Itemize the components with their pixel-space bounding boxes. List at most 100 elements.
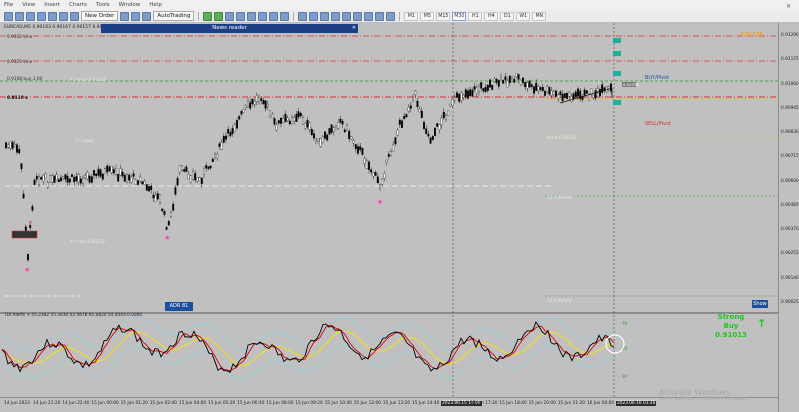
candle-body <box>368 161 370 170</box>
candle-body <box>491 84 494 90</box>
candle-body <box>181 165 183 171</box>
candle-body <box>535 82 538 91</box>
price-axis-label: 0.90255 <box>781 251 799 257</box>
candle-body <box>458 93 461 102</box>
candle-body <box>108 166 111 172</box>
candle-body <box>18 149 21 154</box>
candle-body <box>429 137 432 144</box>
candle-body <box>79 178 82 184</box>
candle-body <box>121 172 124 177</box>
candle-body <box>143 181 146 185</box>
candle-body <box>185 166 188 173</box>
candle-body <box>304 122 307 129</box>
ys-low-label: Y's Low 0.90272 <box>69 239 105 245</box>
candle-body <box>568 92 571 97</box>
candle-body <box>445 115 447 120</box>
time-axis-label: 14 Jun 22:40 <box>62 401 90 406</box>
time-axis-label: 15 Jun 17:20 <box>470 401 498 406</box>
candle-body <box>20 163 23 170</box>
candle-body <box>62 176 65 179</box>
candle-body <box>436 123 439 127</box>
candle-body <box>295 113 298 122</box>
candle-body <box>449 103 452 107</box>
candle-body <box>348 130 351 139</box>
candle-body <box>269 110 271 116</box>
candle-body <box>192 171 194 180</box>
price-axis-label: 0.90830 <box>781 130 799 136</box>
candle-body <box>374 172 377 176</box>
candle-body <box>9 141 12 149</box>
candle-body <box>306 119 309 128</box>
time-axis-label: 2023.06.16 01:20 <box>616 401 657 406</box>
candle-body <box>482 88 485 92</box>
candle-body <box>462 94 465 98</box>
adr-box: ADR 81 <box>165 302 193 311</box>
candle-body <box>104 168 106 174</box>
signal-box-left[interactable] <box>11 230 38 239</box>
star-icon: ★ <box>24 266 30 274</box>
mt4-window: File View Insert Charts Tools Window Hel… <box>0 0 799 412</box>
candle-body <box>530 84 533 87</box>
candle-body <box>51 175 54 183</box>
candle-body <box>387 154 390 157</box>
candle-body <box>315 141 318 145</box>
candle-body <box>299 112 302 117</box>
candle-body <box>189 175 192 183</box>
candle-body <box>427 133 430 137</box>
candle-body <box>231 128 234 134</box>
candle-body <box>137 180 139 185</box>
candle-body <box>363 158 366 164</box>
candle-body <box>148 186 150 192</box>
news-reader-bar[interactable]: News reader ✕ <box>101 24 358 33</box>
candle-body <box>227 129 230 134</box>
candle-body <box>115 168 117 175</box>
candle-body <box>326 134 329 141</box>
candle-body <box>313 133 315 139</box>
buy-pivot-label: BUY/Pivot <box>645 75 669 81</box>
candle-body <box>396 129 399 136</box>
time-axis-label: 15 Jun 18:40 <box>499 401 527 406</box>
candle-body <box>16 144 18 153</box>
time-axis-label: 15 Jun 09:20 <box>295 401 323 406</box>
candle-body <box>93 170 95 176</box>
candle-body <box>291 117 293 125</box>
pivot-label: Pivot 0.90743 <box>547 135 577 141</box>
time-axis-label: 15 Jun 00:00 <box>91 401 119 406</box>
candle-body <box>214 154 216 158</box>
candle-body <box>346 125 348 131</box>
level-30-label: 30 <box>622 374 628 379</box>
candle-body <box>258 97 260 102</box>
candle-body <box>577 88 579 97</box>
price-axis-label: 0.90025 <box>781 300 799 305</box>
candle-body <box>64 174 67 180</box>
candle-body <box>44 173 47 179</box>
candle-body <box>339 118 342 123</box>
price-axis-label: 0.91175 <box>781 57 799 63</box>
candle-body <box>264 100 267 109</box>
candle-body <box>515 73 518 77</box>
price-axis-label: 0.90370 <box>781 227 799 233</box>
price-chart[interactable]: 0.9132 Line 0.9125 Line 0.9108 buy 3.00 … <box>0 0 799 412</box>
candle-body <box>442 111 445 119</box>
candle-body <box>150 185 153 190</box>
candle-body <box>251 98 254 105</box>
candle-body <box>528 80 531 88</box>
show-button[interactable]: Show <box>752 300 768 308</box>
level-label-r3: 0.9132 Line <box>7 34 33 40</box>
time-axis-label: 15 Jun 13:20 <box>382 401 411 406</box>
candle-body <box>519 79 522 85</box>
candle-body <box>11 142 14 149</box>
candle-body <box>86 172 89 180</box>
price-axis-label: 0.90945 <box>781 105 799 111</box>
candle-body <box>236 120 238 129</box>
candle-body <box>5 142 7 149</box>
right-marker <box>613 51 621 56</box>
s1-label: S1 0.90480 <box>547 195 572 201</box>
candle-body <box>244 105 247 109</box>
candle-body <box>288 120 291 125</box>
candle-body <box>354 144 357 150</box>
candle-body <box>451 99 454 106</box>
time-axis-label: 14 Jun 2023 <box>4 401 30 406</box>
close-icon[interactable]: ✕ <box>352 24 356 33</box>
candle-body <box>49 175 51 183</box>
